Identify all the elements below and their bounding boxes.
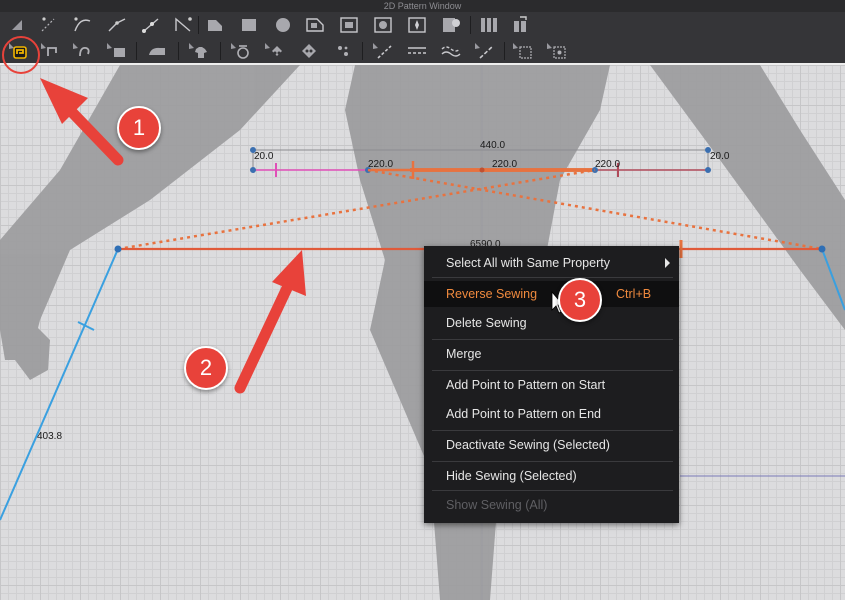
internal-circle-icon[interactable]: [372, 15, 394, 35]
trace-icon[interactable]: [440, 15, 462, 35]
button-icon[interactable]: [298, 41, 320, 61]
internal-polygon-icon[interactable]: [304, 15, 326, 35]
grain-icon[interactable]: [478, 15, 500, 35]
buttonhole-icon[interactable]: [332, 41, 354, 61]
fold-arrangement-icon[interactable]: [188, 41, 210, 61]
zipper-icon[interactable]: [512, 41, 534, 61]
menu-item-add-point-start[interactable]: Add Point to Pattern on Start: [424, 372, 679, 398]
m-n-sewing-icon[interactable]: [106, 41, 128, 61]
edit-curve-icon[interactable]: [72, 15, 94, 35]
menu-item-deactivate-sewing[interactable]: Deactivate Sewing (Selected): [424, 432, 679, 458]
menu-item-merge[interactable]: Merge: [424, 341, 679, 367]
measure-left-edge: 403.8: [37, 431, 63, 442]
context-menu: Select All with Same Property Reverse Se…: [424, 246, 679, 523]
internal-line-icon[interactable]: [172, 15, 194, 35]
measure-seg-mid: 220.0: [492, 159, 518, 170]
measure-top-total: 440.0: [480, 140, 506, 151]
rectangle-icon[interactable]: [204, 15, 226, 35]
measure-seg-left: 220.0: [368, 159, 394, 170]
menu-item-reverse-sewing[interactable]: Reverse Sewing Ctrl+B: [424, 281, 679, 307]
segment-topstitch-icon[interactable]: [406, 41, 428, 61]
menu-item-select-all-same-property[interactable]: Select All with Same Property: [424, 250, 679, 276]
submenu-arrow-icon: [665, 258, 670, 268]
free-topstitch-icon[interactable]: [440, 41, 462, 61]
toolbar-row-1: [0, 12, 845, 38]
window-title: 2D Pattern Window: [383, 1, 462, 11]
dart-icon[interactable]: [406, 15, 428, 35]
tack-icon[interactable]: [230, 41, 252, 61]
step-badge-1: 1: [117, 106, 161, 150]
menu-item-delete-sewing[interactable]: Delete Sewing: [424, 310, 679, 336]
puckering-icon[interactable]: [474, 41, 496, 61]
edit-point-icon[interactable]: [38, 15, 60, 35]
measure-right-offset: 20.0: [710, 151, 730, 162]
ellipse-icon[interactable]: [272, 15, 294, 35]
internal-rectangle-icon[interactable]: [338, 15, 360, 35]
measure-left-offset: 20.0: [254, 151, 274, 162]
polygon-icon[interactable]: [140, 15, 162, 35]
pin-icon[interactable]: [264, 41, 286, 61]
measure-seg-right: 220.0: [595, 159, 621, 170]
shortcut-reverse-sewing: Ctrl+B: [616, 287, 652, 301]
circle-icon[interactable]: [238, 15, 260, 35]
menu-item-hide-sewing[interactable]: Hide Sewing (Selected): [424, 463, 679, 489]
segment-sewing-icon[interactable]: [40, 41, 62, 61]
toolbar-row-2: [0, 38, 845, 65]
menu-item-add-point-end[interactable]: Add Point to Pattern on End: [424, 401, 679, 427]
step-badge-2: 2: [184, 346, 228, 390]
window-title-bar: 2D Pattern Window: [0, 0, 845, 12]
step-badge-3: 3: [558, 278, 602, 322]
iron-icon[interactable]: [146, 41, 168, 61]
select-tool-icon[interactable]: [8, 15, 30, 35]
edit-sewing-icon[interactable]: [8, 41, 30, 61]
menu-item-show-sewing-all: Show Sewing (All): [446, 498, 548, 512]
fold-icon[interactable]: [510, 15, 532, 35]
topstitch-icon[interactable]: [372, 41, 394, 61]
free-sewing-icon[interactable]: [72, 41, 94, 61]
pattern-grid-icon[interactable]: [546, 41, 568, 61]
curve-point-icon[interactable]: [106, 15, 128, 35]
